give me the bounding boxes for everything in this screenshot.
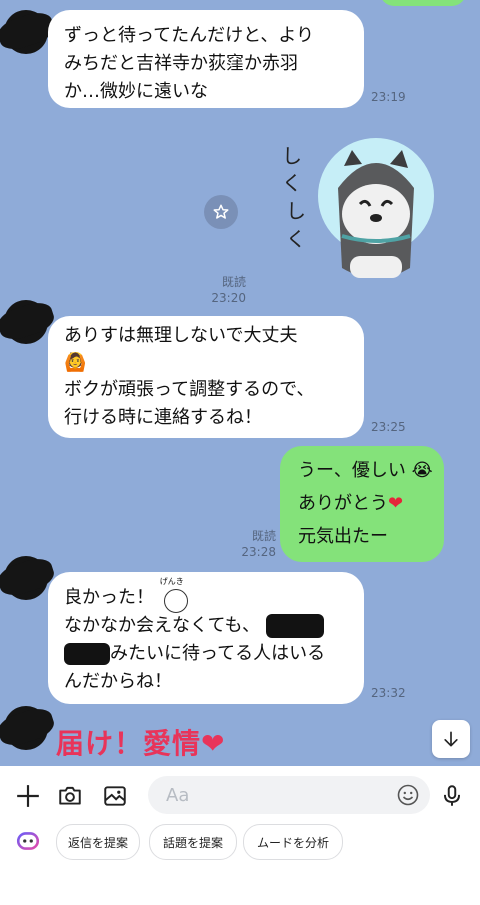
suggest-topic-chip[interactable]: 話題を提案 (149, 824, 237, 860)
svg-text:く: く (282, 171, 302, 195)
svg-text:し: し (282, 144, 302, 168)
emoji-button[interactable] (396, 783, 420, 807)
arrow-down-icon (444, 731, 458, 747)
message-line: みたいに待ってる人はいる (110, 643, 326, 664)
favorite-sticker-button[interactable] (204, 195, 238, 229)
message-line: んだからね！ (64, 671, 172, 692)
image-icon (104, 786, 126, 806)
microphone-icon (443, 785, 461, 806)
plus-button[interactable] (12, 780, 44, 812)
redacted-name (265, 614, 324, 638)
star-icon (213, 204, 229, 219)
image-button[interactable] (99, 780, 131, 812)
emoji-icon: 🙆 (64, 352, 87, 373)
message-line: みちだと吉祥寺か荻窪か赤羽 (64, 53, 298, 74)
read-receipt: 既読 23:28 (241, 529, 276, 559)
message-line: うー、優しい (298, 460, 406, 481)
genki-emoji-icon: げんき (160, 577, 190, 613)
heart-icon: ❤ (388, 493, 404, 514)
crying-face-icon: 😭 (411, 460, 433, 481)
message-line: 良かった！ (64, 587, 154, 608)
plus-icon (17, 785, 39, 807)
chat-screen: ずっと待ってたんだけと、より みちだと吉祥寺か荻窪か赤羽 か…微妙に遠いな 23… (0, 0, 480, 905)
voice-button[interactable] (436, 780, 468, 812)
heart-icon: ❤ (201, 727, 226, 760)
avatar[interactable] (4, 556, 48, 600)
message-input-placeholder: Aa (166, 785, 190, 806)
svg-text:し: し (286, 199, 306, 223)
message-list[interactable]: ずっと待ってたんだけと、より みちだと吉祥寺か荻窪か赤羽 か…微妙に遠いな 23… (0, 0, 480, 766)
message-bubble-2[interactable]: ありすは無理しないで大丈夫 🙆 ボクが頑張って調整するので、 行ける時に連絡する… (48, 316, 364, 438)
message-line: ありすは無理しないで大丈夫 (64, 325, 298, 346)
emoji-caption: げんき (159, 577, 184, 586)
sticker-image[interactable]: し く し く (278, 128, 438, 288)
composer-bar: Aa 返信を提案 話題を提案 ムードを分析 (0, 766, 480, 905)
camera-icon (59, 786, 81, 805)
previous-outgoing-bubble (380, 0, 466, 6)
scroll-to-bottom-button[interactable] (432, 720, 470, 758)
smiley-icon (397, 784, 419, 806)
avatar[interactable] (4, 706, 48, 750)
suggest-reply-chip[interactable]: 返信を提案 (56, 824, 140, 860)
avatar[interactable] (4, 300, 48, 344)
message-input[interactable]: Aa (148, 776, 430, 814)
message-bubble-1[interactable]: ずっと待ってたんだけと、より みちだと吉祥寺か荻窪か赤羽 か…微妙に遠いな (48, 10, 364, 108)
message-time: 23:19 (371, 90, 406, 104)
svg-text:く: く (286, 227, 306, 251)
avatar[interactable] (4, 10, 48, 54)
ai-bot-icon (16, 832, 40, 850)
mood-analysis-chip[interactable]: ムードを分析 (243, 824, 343, 860)
sticker-text[interactable]: 届け！愛情❤ (56, 722, 225, 762)
message-time: 23:32 (371, 686, 406, 700)
message-line: なかなか会えなくても、 (64, 615, 261, 636)
message-line: ずっと待ってたんだけと、より (64, 25, 315, 46)
message-line: 元気出たー (298, 526, 388, 547)
message-line: ボクが頑張って調整するので、 (64, 379, 315, 400)
ai-assistant-button[interactable] (12, 825, 44, 857)
redacted-name (64, 643, 110, 665)
message-bubble-4[interactable]: 良かった！ げんき なかなか会えなくても、 みたいに待ってる人はいる んだからね… (48, 572, 364, 704)
camera-button[interactable] (54, 780, 86, 812)
message-line: 行ける時に連絡するね！ (64, 407, 262, 428)
message-line: ありがとう (298, 493, 388, 514)
message-line: か…微妙に遠いな (64, 81, 208, 102)
message-time: 23:25 (371, 420, 406, 434)
read-receipt: 既読 23:20 (211, 275, 246, 305)
message-bubble-3[interactable]: うー、優しい 😭 ありがとう❤ 元気出たー (280, 446, 444, 562)
